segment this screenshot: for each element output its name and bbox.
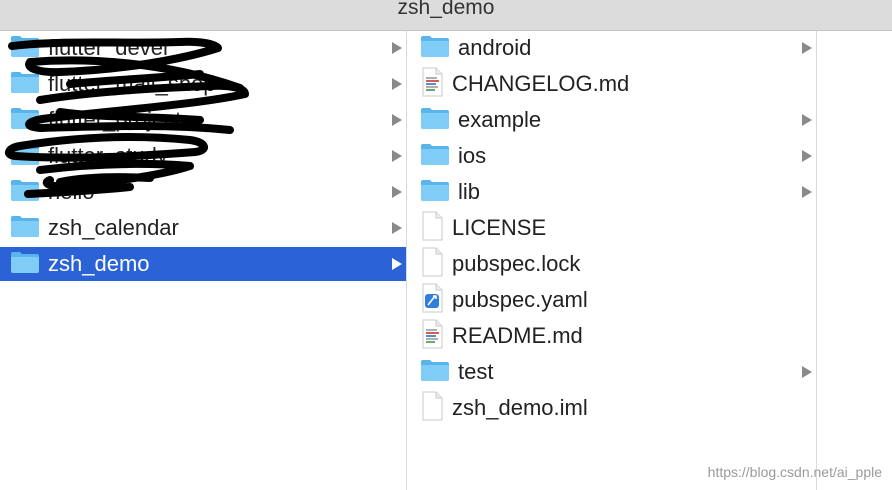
- column2-item-test[interactable]: test: [407, 355, 816, 389]
- column1-item-flutter-study[interactable]: flutter_study: [0, 139, 406, 173]
- blank-document-icon: [420, 247, 444, 282]
- disclosure-arrow-icon[interactable]: [802, 150, 812, 162]
- column2-item-label: README.md: [452, 323, 583, 348]
- column2-item-example[interactable]: example: [407, 103, 816, 137]
- column1-item-zsh-calendar[interactable]: zsh_calendar: [0, 211, 406, 245]
- disclosure-arrow-icon[interactable]: [392, 150, 402, 162]
- folder-icon: [420, 106, 450, 135]
- watermark: https://blog.csdn.net/ai_pple: [707, 464, 882, 480]
- xcode-document-icon: [420, 283, 444, 318]
- column1-item-flutter-mall-shop[interactable]: flutter_mall_shop: [0, 67, 406, 101]
- column2-item-pubspec-lock[interactable]: pubspec.lock: [407, 247, 816, 281]
- disclosure-arrow-icon[interactable]: [392, 222, 402, 234]
- disclosure-arrow-icon[interactable]: [392, 258, 402, 270]
- folder-icon: [10, 106, 40, 135]
- folder-icon: [10, 178, 40, 207]
- column2-item-label: pubspec.lock: [452, 251, 581, 276]
- column2-item-pubspec-yaml[interactable]: pubspec.yaml: [407, 283, 816, 317]
- column2-item-label: pubspec.yaml: [452, 287, 588, 312]
- folder-icon: [420, 358, 450, 387]
- disclosure-arrow-icon[interactable]: [802, 186, 812, 198]
- disclosure-arrow-icon[interactable]: [392, 186, 402, 198]
- folder-icon: [420, 142, 450, 171]
- column1-item-hello[interactable]: hello: [0, 175, 406, 209]
- column2-item-zsh-demo-iml[interactable]: zsh_demo.iml: [407, 391, 816, 425]
- disclosure-arrow-icon[interactable]: [392, 42, 402, 54]
- finder-column-1[interactable]: flutter_devel flutter_mall_shop flutter_pr…: [0, 31, 407, 490]
- folder-icon: [420, 34, 450, 63]
- column1-item-zsh-demo[interactable]: zsh_demo: [0, 247, 406, 281]
- column2-item-android[interactable]: android: [407, 31, 816, 65]
- column1-item-label: flutter_devel: [48, 35, 168, 60]
- window-title: zsh_demo: [397, 0, 495, 19]
- column2-item-ios[interactable]: ios: [407, 139, 816, 173]
- column2-item-readme-md[interactable]: README.md: [407, 319, 816, 353]
- column2-item-label: android: [458, 35, 532, 60]
- column1-item-label: flutter_mall_shop: [48, 71, 216, 96]
- blank-document-icon: [420, 211, 444, 246]
- column2-item-label: test: [458, 359, 494, 384]
- column2-item-label: lib: [458, 179, 481, 204]
- window-titlebar: zsh_demo: [0, 0, 892, 31]
- column1-item-flutter-project[interactable]: flutter_project: [0, 103, 406, 137]
- disclosure-arrow-icon[interactable]: [802, 114, 812, 126]
- column1-item-label: zsh_calendar: [48, 215, 179, 240]
- column1-item-label: zsh_demo: [48, 251, 150, 276]
- finder-column-2[interactable]: android CHANGELOG.md example ios lib LICENSE p…: [407, 31, 817, 490]
- disclosure-arrow-icon[interactable]: [802, 42, 812, 54]
- column1-item-flutter-devel[interactable]: flutter_devel: [0, 31, 406, 65]
- disclosure-arrow-icon[interactable]: [392, 114, 402, 126]
- disclosure-arrow-icon[interactable]: [392, 78, 402, 90]
- folder-icon: [10, 250, 40, 279]
- column2-item-label: example: [458, 107, 542, 132]
- folder-icon: [10, 70, 40, 99]
- text-document-icon: [420, 67, 444, 102]
- disclosure-arrow-icon[interactable]: [802, 366, 812, 378]
- column2-item-label: zsh_demo.iml: [452, 395, 588, 420]
- column1-item-label: flutter_study: [48, 143, 168, 168]
- folder-icon: [10, 142, 40, 171]
- column2-item-label: ios: [458, 143, 487, 168]
- text-document-icon: [420, 319, 444, 354]
- column2-item-label: CHANGELOG.md: [452, 71, 630, 96]
- column1-item-label: hello: [48, 179, 95, 204]
- column1-item-label: flutter_project: [48, 107, 182, 132]
- finder-column-3[interactable]: [817, 31, 892, 490]
- column2-item-license[interactable]: LICENSE: [407, 211, 816, 245]
- column2-item-changelog-md[interactable]: CHANGELOG.md: [407, 67, 816, 101]
- blank-document-icon: [420, 391, 444, 426]
- column2-item-label: LICENSE: [452, 215, 547, 240]
- folder-icon: [420, 178, 450, 207]
- folder-icon: [10, 214, 40, 243]
- column2-item-lib[interactable]: lib: [407, 175, 816, 209]
- folder-icon: [10, 34, 40, 63]
